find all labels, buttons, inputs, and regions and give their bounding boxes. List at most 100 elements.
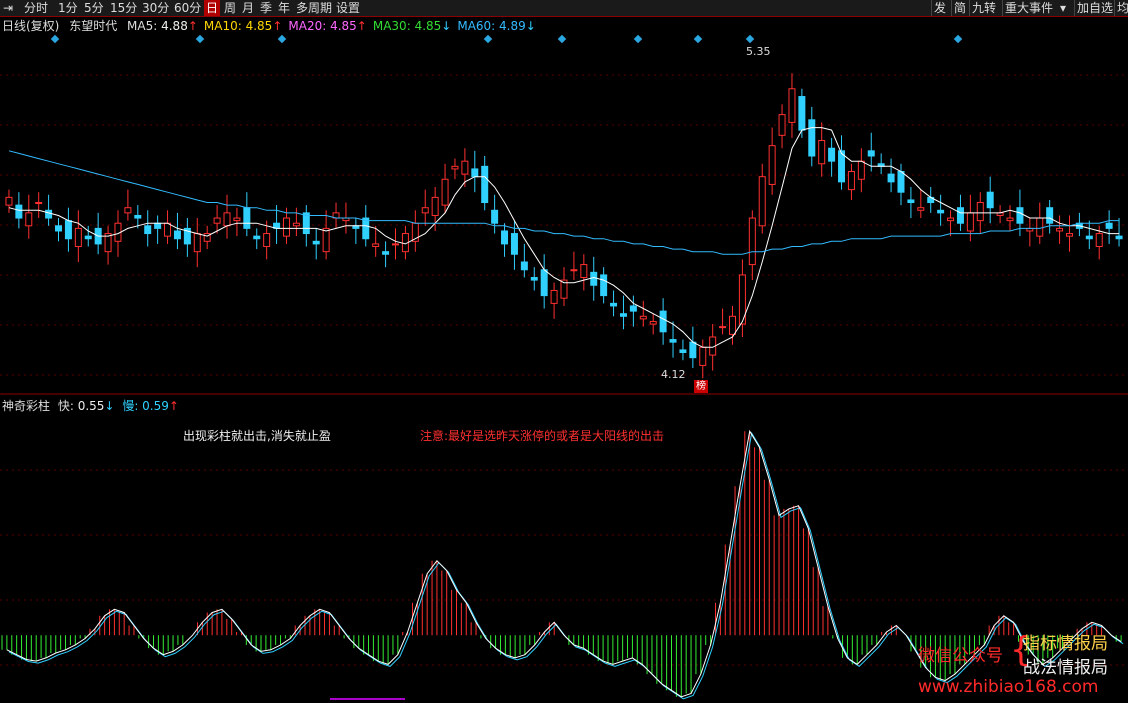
candle-body [610, 302, 618, 307]
signal-diamond [483, 34, 493, 44]
candle-body [857, 160, 865, 180]
candle-body [530, 277, 538, 281]
candle-body [917, 207, 925, 211]
watermark-name2: 战法情报局 [1023, 658, 1108, 678]
candle-body [907, 199, 915, 204]
signal-diamond [953, 34, 963, 44]
candle-body [322, 227, 330, 253]
candle-body [124, 207, 132, 214]
candle-body [719, 326, 727, 329]
candle-body [947, 217, 955, 222]
candle-body [520, 261, 528, 271]
candle-body [649, 320, 657, 325]
candle-body [74, 227, 82, 247]
candle-body [689, 341, 697, 359]
candle-body [421, 207, 429, 214]
candle-body [441, 178, 449, 206]
candle-body [362, 217, 370, 240]
candle-body [590, 271, 598, 286]
candle-body [243, 207, 251, 229]
candle-body [84, 235, 92, 240]
candle-body [193, 233, 201, 253]
candle-body [501, 230, 509, 245]
candle-body [25, 212, 33, 227]
candle-body [867, 150, 875, 157]
candle-body [788, 88, 796, 123]
signal-diamond [557, 34, 567, 44]
candle-body [808, 119, 816, 157]
signal-diamond [633, 34, 643, 44]
candle-body [758, 176, 766, 227]
low-price-label: 4.12 [661, 368, 686, 381]
kline-chart [0, 34, 1128, 700]
candle-body [768, 145, 776, 185]
candle-body [382, 251, 390, 255]
candle-body [461, 160, 469, 175]
candle-body [471, 168, 479, 178]
candle-body [966, 212, 974, 232]
signal-diamond [277, 34, 287, 44]
candle-body [431, 196, 439, 216]
candle-body [134, 214, 142, 219]
candle-body [798, 96, 806, 131]
watermark-url: www.zhibiao168.com [918, 677, 1099, 697]
candle-body [233, 217, 241, 222]
high-price-label: 5.35 [746, 45, 771, 58]
candle-body [937, 209, 945, 214]
candle-body [828, 147, 836, 162]
candle-body [451, 165, 459, 170]
indicator-note: 出现彩柱就出击,消失就止盈 [183, 429, 331, 443]
candle-body [1095, 233, 1103, 247]
candle-body [1056, 227, 1064, 232]
candle-body [164, 222, 172, 237]
candle-body [1085, 235, 1093, 240]
candle-body [600, 274, 608, 297]
candle-body [778, 114, 786, 136]
candle-body [312, 240, 320, 245]
candle-body [629, 305, 637, 312]
candle-body [392, 243, 400, 246]
candle-body [748, 217, 756, 266]
candle-body [263, 233, 271, 247]
candle-body [481, 165, 489, 204]
candle-body [282, 217, 290, 237]
signal-diamond [50, 34, 60, 44]
signal-diamond [195, 34, 205, 44]
candle-body [292, 222, 300, 227]
candle-body [1046, 207, 1054, 224]
candle-body [570, 269, 578, 272]
candle-body [699, 346, 707, 366]
candle-body [1065, 233, 1073, 237]
candle-body [35, 202, 43, 205]
candle-body [976, 202, 984, 222]
candle-body [173, 230, 181, 240]
candle-body [64, 220, 72, 240]
candle-body [154, 222, 162, 229]
candle-body [897, 171, 905, 193]
candle-body [55, 225, 63, 232]
candle-body [669, 339, 677, 343]
candle-body [1036, 217, 1044, 237]
watermark-wechat: 微信公众号 [918, 646, 1003, 666]
candle-body [491, 209, 499, 224]
candle-body [887, 173, 895, 183]
candle-body [847, 171, 855, 191]
candle-body [1006, 217, 1014, 222]
candle-body [818, 139, 826, 165]
candle-body [728, 315, 736, 335]
candle-body [1016, 207, 1024, 224]
watermark-name1: 指标情报局 [1023, 634, 1108, 654]
indicator-warning: 注意:最好是选昨天涨停的或者是大阳线的出击 [420, 429, 665, 443]
candle-body [5, 196, 13, 206]
candle-body [580, 264, 588, 279]
candle-body [372, 243, 380, 247]
candle-body [639, 315, 647, 320]
candle-body [540, 269, 548, 297]
candle-body [45, 209, 53, 219]
candle-body [986, 191, 994, 209]
candle-body [659, 310, 667, 333]
candle-body [956, 207, 964, 224]
rank-badge[interactable]: 榜 [694, 380, 708, 393]
candle-body [619, 313, 627, 317]
candle-body [510, 233, 518, 255]
